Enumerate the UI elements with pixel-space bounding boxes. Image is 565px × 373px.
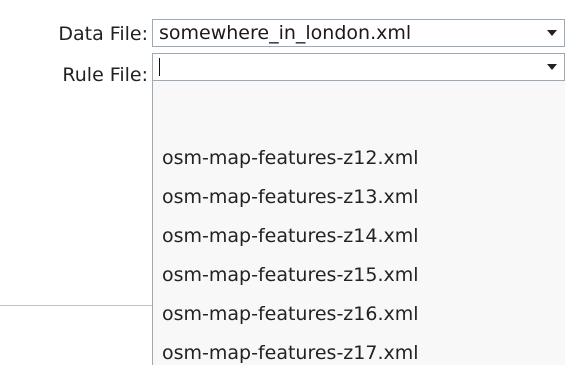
dropdown-option[interactable]: osm-map-features-z16.xml: [153, 295, 565, 334]
data-file-value: somewhere_in_london.xml: [159, 22, 412, 44]
chevron-down-icon: [547, 30, 557, 36]
dropdown-option[interactable]: osm-map-features-z15.xml: [153, 256, 565, 295]
dropdown-option[interactable]: osm-map-features-z17.xml: [153, 334, 565, 373]
data-file-combo[interactable]: somewhere_in_london.xml: [152, 19, 565, 47]
dropdown-option[interactable]: osm-map-features-z13.xml: [153, 178, 565, 217]
dropdown-option[interactable]: osm-map-features-z12.xml: [153, 139, 565, 178]
chevron-down-icon: [547, 64, 557, 70]
dropdown-option[interactable]: osm-map-features-z14.xml: [153, 217, 565, 256]
data-file-label: Data File:: [58, 23, 148, 45]
rule-file-label: Rule File:: [62, 64, 148, 86]
data-file-dropdown-button[interactable]: [532, 20, 564, 46]
text-caret: [159, 58, 160, 76]
rule-file-dropdown-button[interactable]: [532, 54, 564, 80]
rule-file-dropdown-list: osm-map-features-z12.xml osm-map-feature…: [152, 81, 565, 365]
rule-file-combo[interactable]: [152, 53, 565, 81]
separator-line: [0, 305, 152, 306]
